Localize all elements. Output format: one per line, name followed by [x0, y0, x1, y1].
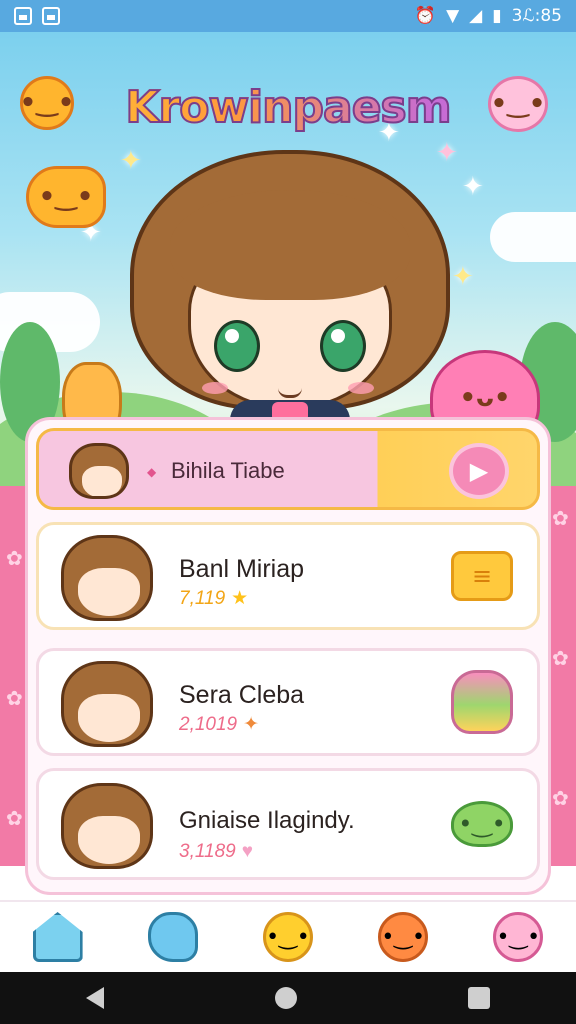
avatar — [61, 783, 153, 869]
sun-mascot-icon[interactable]: •‿• — [262, 912, 313, 962]
status-bar: ⏰ ▼ ◢ ▮ 3ℒ:85 — [0, 0, 576, 32]
star-icon: ★ — [231, 588, 249, 609]
nav-orange[interactable]: •‿• — [373, 907, 433, 967]
avatar — [61, 661, 153, 747]
featured-item[interactable]: ◆ Bihila Tiabe ▶ — [36, 428, 540, 510]
character-eye-right — [320, 320, 366, 372]
blob-icon[interactable] — [147, 912, 198, 962]
list-item[interactable]: Sera Cleba 2,1019 ✦ — [36, 648, 540, 756]
battery-icon: ▮ — [492, 6, 502, 26]
leaf-icon: ✦ — [243, 714, 260, 735]
nav-home[interactable] — [28, 907, 88, 967]
nav-blob[interactable] — [143, 907, 203, 967]
item-name: Sera Cleba — [179, 681, 305, 709]
character-list: ◆ Bihila Tiabe ▶ Banl Miriap 7,119 ★ ≡ Se… — [28, 420, 548, 892]
item-score: 2,1019 ✦ — [179, 714, 260, 735]
main-character-illustration — [130, 150, 450, 460]
recents-icon[interactable] — [468, 987, 491, 1009]
item-score: 7,119 ★ — [179, 588, 249, 609]
cloud-decoration — [490, 212, 576, 262]
side-strip-left: ✿ ✿ ✿ — [0, 486, 30, 866]
play-icon[interactable]: ▶ — [449, 443, 509, 499]
status-right: ⏰ ▼ ◢ ▮ 3ℒ:85 — [415, 6, 562, 26]
bottom-nav: •‿• •‿• •‿• — [0, 900, 576, 972]
heart-icon: ♥ — [241, 841, 253, 862]
character-eye-left — [214, 320, 260, 372]
back-icon[interactable] — [85, 987, 104, 1009]
note-icon[interactable]: ≡ — [451, 551, 513, 601]
bear-mascot-icon: •‿• — [20, 76, 74, 130]
sparkle-icon: ✦ — [462, 172, 484, 202]
candy-jar-icon[interactable] — [451, 670, 513, 734]
nav-pinkbear[interactable]: •‿• — [488, 907, 548, 967]
list-item[interactable]: Gniaise Ilagindy. 3,1189 ♥ •‿• — [36, 768, 540, 880]
list-item[interactable]: Banl Miriap 7,119 ★ ≡ — [36, 522, 540, 630]
character-blush — [202, 382, 228, 394]
wifi-icon: ▼ — [446, 6, 460, 26]
item-name: Gniaise Ilagindy. — [179, 807, 355, 834]
sparkle-icon: ✦ — [452, 262, 474, 292]
clock: 3ℒ:85 — [511, 6, 562, 26]
home-button-icon[interactable] — [274, 987, 297, 1009]
flower-icon: ✿ — [552, 646, 569, 670]
nav-sun[interactable]: •‿• — [258, 907, 318, 967]
flower-icon: ✿ — [6, 806, 23, 830]
pink-bear-icon[interactable]: •‿• — [493, 912, 544, 962]
flower-icon: ✿ — [552, 786, 569, 810]
character-blush — [348, 382, 374, 394]
item-score: 3,1189 ♥ — [179, 841, 253, 862]
home-icon[interactable] — [32, 912, 83, 962]
status-left — [14, 7, 60, 25]
flower-icon: ✿ — [6, 546, 23, 570]
orange-mascot-icon[interactable]: •‿• — [378, 912, 429, 962]
side-strip-right: ✿ ✿ ✿ — [546, 486, 576, 866]
flower-icon: ✿ — [552, 506, 569, 530]
featured-avatar — [69, 443, 129, 499]
featured-title: Bihila Tiabe — [171, 458, 285, 483]
signal-icon: ◢ — [469, 6, 483, 26]
fish-mascot-icon: •‿• — [26, 166, 106, 228]
flower-icon: ✿ — [6, 686, 23, 710]
gallery-icon — [42, 7, 60, 25]
alarm-icon: ⏰ — [414, 6, 437, 26]
pink-mascot-icon: •‿• — [488, 76, 548, 132]
slime-icon[interactable]: •‿• — [451, 801, 513, 847]
item-name: Banl Miriap — [179, 555, 305, 583]
character-bangs — [170, 190, 410, 300]
system-navigation-bar — [0, 972, 576, 1024]
character-bow — [272, 402, 308, 422]
image-icon — [14, 7, 32, 25]
bullet-icon: ◆ — [147, 465, 157, 479]
avatar — [61, 535, 153, 621]
